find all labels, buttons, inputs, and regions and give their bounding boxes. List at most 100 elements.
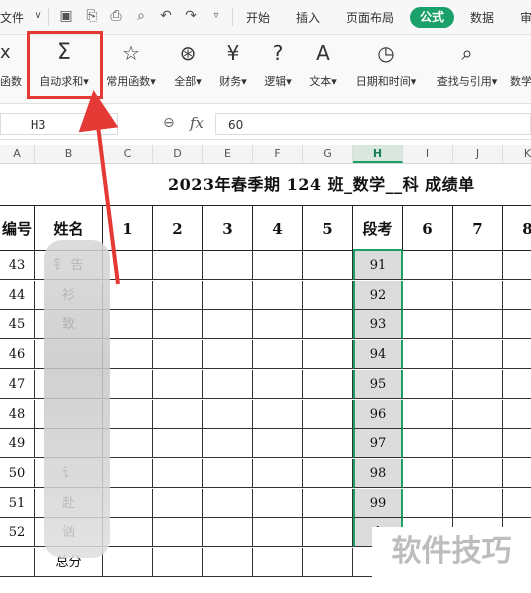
table-cell[interactable] — [103, 548, 153, 577]
table-cell[interactable] — [153, 458, 203, 488]
table-cell[interactable] — [103, 488, 153, 518]
row-id-cell[interactable]: 51 — [0, 488, 35, 518]
table-cell[interactable] — [503, 281, 531, 310]
table-cell[interactable] — [253, 369, 303, 399]
table-cell[interactable] — [303, 488, 353, 518]
table-cell[interactable] — [153, 280, 203, 310]
row-id-cell[interactable]: 45 — [0, 310, 35, 340]
table-cell[interactable] — [153, 310, 203, 340]
column-h[interactable]: H — [353, 145, 403, 163]
table-cell[interactable] — [453, 429, 503, 459]
column-f[interactable]: F — [253, 145, 303, 163]
table-cell[interactable] — [103, 280, 153, 310]
table-cell[interactable] — [153, 251, 203, 280]
table-cell[interactable] — [503, 251, 531, 280]
date-time-button[interactable]: ◷ 日期和时间▾ — [351, 39, 421, 89]
column-j[interactable]: J — [453, 145, 503, 163]
table-cell[interactable] — [203, 518, 253, 548]
row-id-cell[interactable]: 50 — [0, 458, 35, 488]
financial-button[interactable]: ¥ 财务▾ — [215, 39, 251, 89]
table-cell[interactable] — [303, 369, 353, 399]
save-icon[interactable]: ▣ — [58, 8, 74, 24]
exam-score-cell[interactable]: 96 — [353, 399, 403, 429]
fx-icon[interactable]: fx — [190, 114, 204, 132]
table-cell[interactable] — [103, 458, 153, 488]
table-cell[interactable] — [203, 458, 253, 488]
exam-score-cell[interactable]: 95 — [353, 369, 403, 399]
table-cell[interactable] — [403, 310, 453, 340]
print-icon[interactable]: ⎙ — [108, 8, 124, 24]
table-cell[interactable] — [253, 518, 303, 548]
table-cell[interactable] — [403, 458, 453, 488]
menu-file[interactable]: 文件 — [0, 9, 24, 26]
table-cell[interactable] — [253, 548, 303, 577]
header-8[interactable]: 8 — [503, 205, 531, 251]
table-cell[interactable] — [103, 518, 153, 548]
row-id-cell[interactable]: 43 — [0, 251, 35, 280]
table-cell[interactable] — [253, 458, 303, 488]
table-cell[interactable] — [303, 340, 353, 370]
table-cell[interactable] — [453, 340, 503, 370]
table-cell[interactable] — [203, 340, 253, 370]
table-cell[interactable] — [203, 488, 253, 518]
header-2[interactable]: 2 — [153, 205, 203, 251]
formula-input[interactable]: 60 — [215, 113, 531, 135]
table-cell[interactable] — [503, 489, 531, 518]
column-i[interactable]: I — [403, 145, 453, 163]
tab-data[interactable]: 数据 — [470, 9, 494, 26]
table-cell[interactable] — [203, 251, 253, 280]
all-functions-button[interactable]: ⊛ 全部▾ — [170, 39, 206, 89]
table-cell[interactable] — [303, 429, 353, 459]
table-cell[interactable] — [403, 280, 453, 310]
column-b[interactable]: B — [35, 145, 103, 163]
chevron-down-icon[interactable]: ▾ — [108, 114, 113, 136]
table-cell[interactable] — [253, 488, 303, 518]
zoom-icon[interactable]: ⊖ — [163, 115, 175, 131]
table-cell[interactable] — [453, 280, 503, 310]
table-cell[interactable] — [153, 399, 203, 429]
table-cell[interactable] — [303, 399, 353, 429]
exam-score-cell[interactable]: 92 — [353, 280, 403, 310]
table-cell[interactable] — [503, 340, 531, 370]
table-cell[interactable] — [503, 429, 531, 459]
table-cell[interactable] — [303, 310, 353, 340]
customize-icon[interactable]: ▿ — [208, 8, 224, 24]
table-cell[interactable] — [203, 280, 253, 310]
name-box[interactable]: H3 ▾ — [0, 113, 118, 135]
table-cell[interactable] — [403, 340, 453, 370]
table-cell[interactable] — [153, 429, 203, 459]
tab-review[interactable]: 审 — [520, 9, 531, 26]
table-cell[interactable] — [303, 280, 353, 310]
table-cell[interactable] — [503, 370, 531, 399]
table-cell[interactable] — [103, 251, 153, 280]
export-pdf-icon[interactable]: ⎘ — [84, 8, 100, 24]
insert-function-button[interactable]: x 函数 — [0, 39, 24, 89]
table-cell[interactable] — [403, 399, 453, 429]
table-cell[interactable] — [303, 251, 353, 280]
table-cell[interactable] — [503, 400, 531, 429]
table-cell[interactable] — [403, 488, 453, 518]
exam-score-cell[interactable]: 99 — [353, 488, 403, 518]
print-preview-icon[interactable]: ⌕ — [133, 8, 149, 24]
text-functions-button[interactable]: A 文本▾ — [305, 39, 341, 89]
table-cell[interactable] — [503, 310, 531, 340]
row-id-cell[interactable]: 49 — [0, 429, 35, 459]
table-cell[interactable] — [403, 429, 453, 459]
column-c[interactable]: C — [103, 145, 153, 163]
table-cell[interactable] — [303, 548, 353, 577]
row-id-cell[interactable]: 48 — [0, 399, 35, 429]
chevron-down-icon[interactable]: ∨ — [30, 8, 46, 24]
table-cell[interactable] — [153, 548, 203, 577]
exam-score-cell[interactable]: 91 — [353, 251, 403, 280]
header-id[interactable]: 编号 — [0, 205, 35, 251]
table-cell[interactable] — [453, 369, 503, 399]
tab-page-layout[interactable]: 页面布局 — [346, 9, 394, 26]
exam-score-cell[interactable]: 97 — [353, 429, 403, 459]
table-cell[interactable] — [253, 251, 303, 280]
table-cell[interactable] — [153, 340, 203, 370]
sheet-title[interactable]: 2023年春季期 124 班_数学__科 成绩单 — [168, 171, 475, 195]
table-cell[interactable] — [203, 310, 253, 340]
undo-icon[interactable]: ↶ — [158, 8, 174, 24]
table-cell[interactable] — [253, 340, 303, 370]
table-cell[interactable] — [203, 369, 253, 399]
